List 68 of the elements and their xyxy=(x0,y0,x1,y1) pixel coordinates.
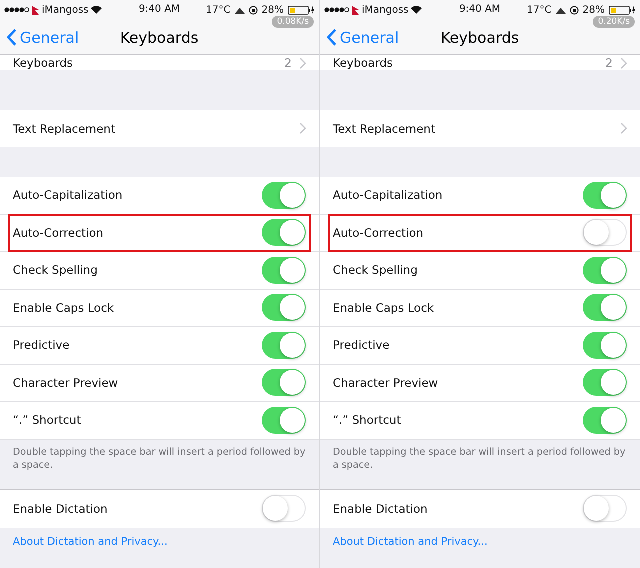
toggle-switch[interactable] xyxy=(262,369,306,396)
nav-title: Keyboards xyxy=(120,28,199,46)
rotation-lock-icon xyxy=(570,6,579,14)
setting-label: Auto-Correction xyxy=(13,226,104,240)
toggle-switch[interactable] xyxy=(262,294,306,322)
signal-icon xyxy=(4,7,30,13)
wifi-icon xyxy=(90,6,102,14)
back-button[interactable]: General xyxy=(0,28,86,48)
battery-icon xyxy=(288,6,315,14)
setting-label: Auto-Capitalization xyxy=(13,188,123,202)
toggle-switch[interactable] xyxy=(583,332,627,359)
rotation-lock-icon xyxy=(248,6,258,14)
temperature: 17°C xyxy=(527,4,552,16)
setting-label: Enable Caps Lock xyxy=(333,300,434,315)
toggle-switch[interactable] xyxy=(262,406,306,434)
setting-label: Enable Dictation xyxy=(13,502,108,516)
chevron-icon xyxy=(621,58,627,68)
nav-title: Keyboards xyxy=(440,28,520,46)
text-replacement-row[interactable]: Text Replacement xyxy=(0,110,319,147)
setting-label: “.” Shortcut xyxy=(13,413,82,428)
toggle-switch[interactable] xyxy=(262,332,306,359)
battery-icon xyxy=(609,6,636,14)
carrier-name: iMangoss xyxy=(362,4,409,16)
flag-icon xyxy=(32,6,40,14)
chevron-icon xyxy=(621,123,627,134)
toggle-switch[interactable] xyxy=(583,256,627,284)
footer-note: Double tapping the space bar will insert a period followed by a space. xyxy=(13,446,307,472)
keyboards-row[interactable]: Keyboards 2 xyxy=(320,55,640,70)
back-button[interactable]: General xyxy=(320,28,406,48)
setting-label: Enable Caps Lock xyxy=(13,300,114,315)
toggle-switch[interactable] xyxy=(583,294,627,322)
setting-label: “.” Shortcut xyxy=(333,413,402,428)
setting-label: Predictive xyxy=(333,338,390,352)
back-chevron-icon xyxy=(7,29,17,46)
setting-label: Auto-Capitalization xyxy=(333,188,443,202)
toggle-switch[interactable] xyxy=(262,256,306,284)
keyboards-row[interactable]: Keyboards 2 xyxy=(0,55,319,70)
wifi-icon xyxy=(410,6,422,14)
text-replacement-row[interactable]: Text Replacement xyxy=(320,110,640,147)
network-speed-badge: 0.08K/s xyxy=(272,16,314,28)
setting-label: Enable Dictation xyxy=(333,502,428,516)
toggle-switch[interactable] xyxy=(583,495,627,522)
back-chevron-icon xyxy=(327,29,337,46)
status-time: 9:40 AM xyxy=(459,4,501,15)
setting-label: Check Spelling xyxy=(13,263,98,278)
setting-label: Predictive xyxy=(13,338,70,352)
battery-percent: 28% xyxy=(262,4,284,16)
toggle-switch[interactable] xyxy=(262,219,306,246)
setting-label: Character Preview xyxy=(333,376,438,390)
network-speed-badge: 0.20K/s xyxy=(593,16,635,28)
chevron-icon xyxy=(300,123,306,134)
signal-icon xyxy=(324,7,350,13)
status-time: 9:40 AM xyxy=(138,4,180,15)
setting-label: Character Preview xyxy=(13,376,118,390)
toggle-switch[interactable] xyxy=(262,182,306,209)
setting-label: Auto-Correction xyxy=(333,226,424,240)
toggle-switch[interactable] xyxy=(583,369,627,396)
footer-note: Double tapping the space bar will insert a period followed by a space. xyxy=(333,446,627,472)
toggle-switch[interactable] xyxy=(583,219,627,246)
toggle-switch[interactable] xyxy=(262,495,306,522)
setting-label: Check Spelling xyxy=(333,263,418,278)
battery-percent: 28% xyxy=(582,4,605,16)
carrier-name: iMangoss xyxy=(42,4,89,16)
flag-icon xyxy=(352,6,360,14)
toggle-switch[interactable] xyxy=(583,182,627,209)
chevron-icon xyxy=(300,58,306,68)
temperature: 17°C xyxy=(206,4,231,16)
toggle-switch[interactable] xyxy=(583,406,627,434)
